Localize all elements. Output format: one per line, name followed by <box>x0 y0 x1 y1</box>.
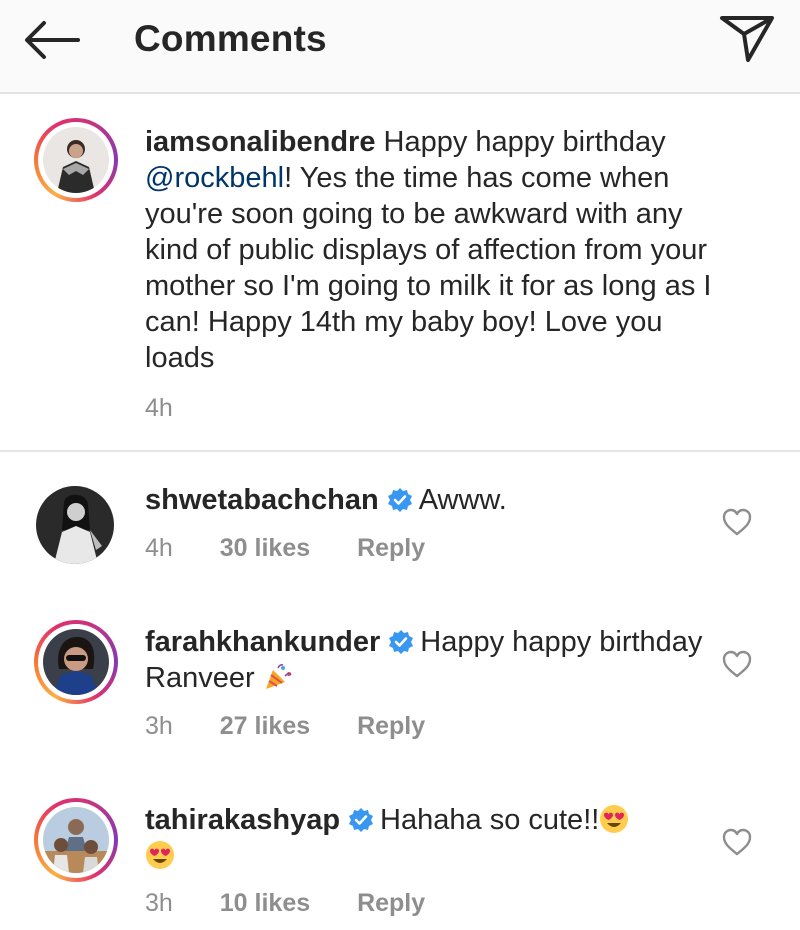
heart-outline-icon[interactable] <box>722 508 752 536</box>
comment-time: 4h <box>145 534 173 562</box>
comment-text: shwetabachchan Awww. <box>145 484 507 516</box>
verified-badge-icon <box>349 808 374 832</box>
comment-time: 3h <box>145 712 173 740</box>
avatar[interactable] <box>34 798 118 882</box>
heart-outline-icon[interactable] <box>722 650 752 678</box>
caption-text: iamsonalibendre Happy happy birthday @ro… <box>145 126 712 374</box>
likes-count[interactable]: 10 likes <box>220 889 310 917</box>
avatar[interactable] <box>34 118 118 202</box>
verified-badge-icon <box>387 488 412 512</box>
likes-count[interactable]: 27 likes <box>220 712 310 740</box>
caption-meta: 4h <box>145 394 213 423</box>
comment-username[interactable]: shwetabachchan <box>145 484 379 516</box>
heart-eyes-emoji-icon <box>146 841 174 869</box>
comment-meta: 4h 30 likes Reply <box>145 534 465 563</box>
post-caption: iamsonalibendre Happy happy birthday @ro… <box>0 94 800 452</box>
party-popper-icon <box>265 664 292 689</box>
comment-text: farahkhankunder Happy happy birthday Ranv… <box>145 626 703 694</box>
caption-username[interactable]: iamsonalibendre <box>145 126 375 158</box>
comment-meta: 3h 27 likes Reply <box>145 712 465 741</box>
heart-eyes-emoji-icon <box>600 805 629 833</box>
back-arrow-icon[interactable] <box>22 18 82 62</box>
comment-meta: 3h 10 likes Reply <box>145 889 465 918</box>
avatar[interactable] <box>36 486 114 564</box>
top-bar: Comments <box>0 0 800 94</box>
comment-username[interactable]: farahkhankunder <box>145 626 380 658</box>
comment-text: tahirakashyap Hahaha so cute!! <box>145 802 705 874</box>
page-title: Comments <box>134 18 327 59</box>
send-icon[interactable] <box>718 12 776 64</box>
reply-button[interactable]: Reply <box>357 712 425 740</box>
verified-badge-icon <box>389 630 414 654</box>
avatar[interactable] <box>34 620 118 704</box>
heart-outline-icon[interactable] <box>722 828 752 856</box>
reply-button[interactable]: Reply <box>357 534 425 562</box>
caption-time: 4h <box>145 394 173 422</box>
comment-time: 3h <box>145 889 173 917</box>
mention-link[interactable]: @rockbehl <box>145 162 284 194</box>
comment-username[interactable]: tahirakashyap <box>145 804 340 836</box>
reply-button[interactable]: Reply <box>357 889 425 917</box>
likes-count[interactable]: 30 likes <box>220 534 310 562</box>
